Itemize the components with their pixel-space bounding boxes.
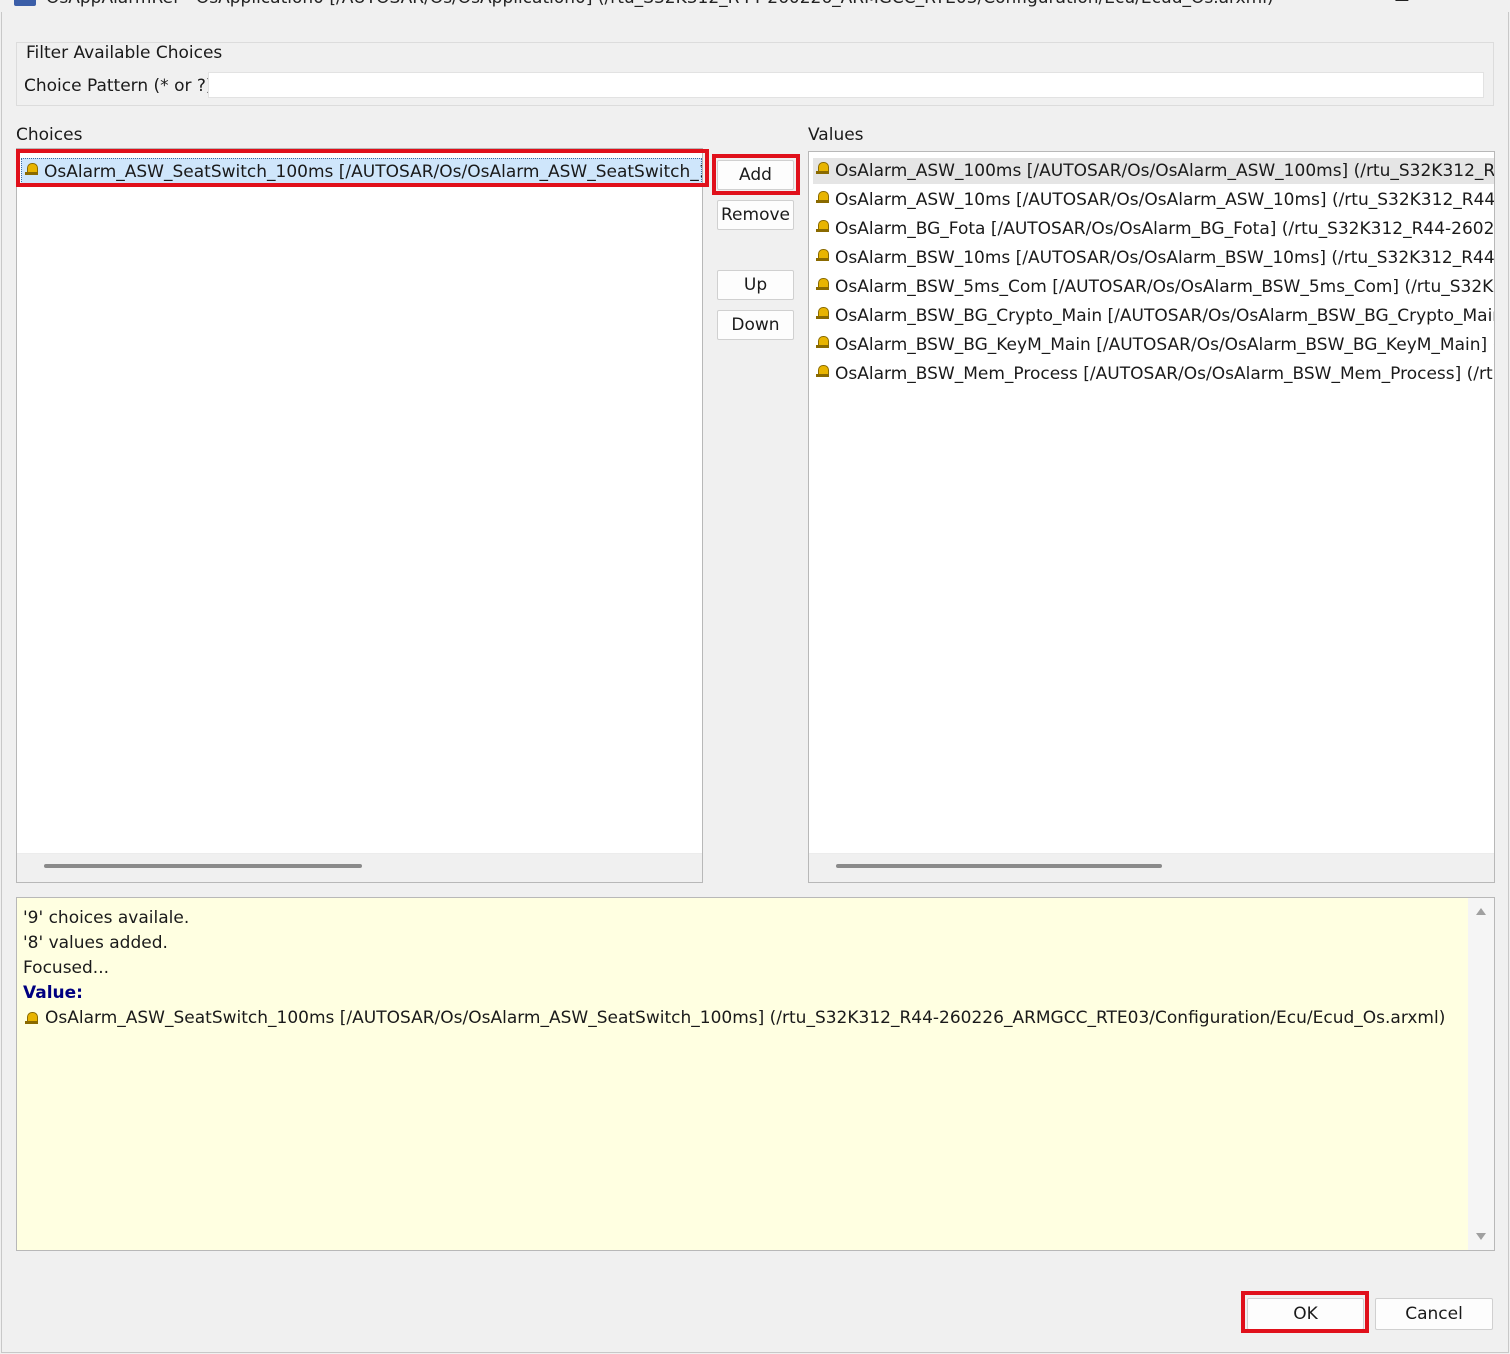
value-item[interactable]: OsAlarm_BSW_BG_KeyM_Main [/AUTOSAR/Os/Os… (813, 332, 1494, 358)
values-scroll-thumb[interactable] (836, 864, 1162, 868)
choice-item-label: OsAlarm_ASW_SeatSwitch_100ms [/AUTOSAR/O… (44, 162, 702, 182)
choices-label: Choices (16, 125, 83, 145)
alarm-bell-icon (816, 161, 829, 175)
alarm-bell-icon (816, 277, 829, 291)
value-item[interactable]: OsAlarm_BSW_Mem_Process [/AUTOSAR/Os/OsA… (813, 361, 1494, 387)
alarm-bell-icon (816, 335, 829, 349)
values-list[interactable]: OsAlarm_ASW_100ms [/AUTOSAR/Os/OsAlarm_A… (808, 151, 1495, 883)
scroll-down-icon[interactable] (1476, 1233, 1486, 1240)
info-value-text: OsAlarm_ASW_SeatSwitch_100ms [/AUTOSAR/O… (45, 1008, 1446, 1028)
values-label: Values (808, 125, 864, 145)
choices-horizontal-scrollbar[interactable] (17, 853, 702, 882)
scroll-up-icon[interactable] (1476, 908, 1486, 915)
ok-button[interactable]: OK (1247, 1298, 1364, 1330)
alarm-bell-icon (816, 364, 829, 378)
up-button[interactable]: Up (717, 270, 794, 300)
title-bar: OsAppAlarmRef - OsApplication0 [/AUTOSAR… (0, 0, 1510, 12)
alarm-bell-icon (816, 248, 829, 262)
value-item[interactable]: OsAlarm_BSW_5ms_Com [/AUTOSAR/Os/OsAlarm… (813, 274, 1494, 300)
info-focus-status: Focused... (23, 958, 110, 978)
info-choices-count: '9' choices availale. (23, 908, 190, 928)
value-item-label: OsAlarm_BG_Fota [/AUTOSAR/Os/OsAlarm_BG_… (835, 219, 1494, 239)
value-item-label: OsAlarm_BSW_10ms [/AUTOSAR/Os/OsAlarm_BS… (835, 248, 1494, 268)
cancel-button[interactable]: Cancel (1375, 1298, 1493, 1330)
choice-item[interactable]: OsAlarm_ASW_SeatSwitch_100ms [/AUTOSAR/O… (21, 158, 702, 184)
info-value-label: Value: (23, 983, 83, 1003)
choices-list[interactable]: OsAlarm_ASW_SeatSwitch_100ms [/AUTOSAR/O… (16, 148, 703, 883)
values-horizontal-scrollbar[interactable] (809, 853, 1494, 882)
choice-pattern-label: Choice Pattern (* or ?) (24, 76, 213, 96)
value-item-label: OsAlarm_BSW_BG_KeyM_Main [/AUTOSAR/Os/Os… (835, 335, 1494, 355)
value-item[interactable]: OsAlarm_BSW_BG_Crypto_Main [/AUTOSAR/Os/… (813, 303, 1494, 329)
down-button[interactable]: Down (717, 310, 794, 340)
info-panel: '9' choices availale. '8' values added. … (16, 897, 1495, 1251)
value-item[interactable]: OsAlarm_BSW_10ms [/AUTOSAR/Os/OsAlarm_BS… (813, 245, 1494, 271)
alarm-bell-icon (25, 1011, 38, 1025)
value-item-label: OsAlarm_BSW_BG_Crypto_Main [/AUTOSAR/Os/… (835, 306, 1494, 326)
info-vertical-scrollbar[interactable] (1468, 898, 1494, 1250)
info-values-count: '8' values added. (23, 933, 168, 953)
value-item-label: OsAlarm_ASW_100ms [/AUTOSAR/Os/OsAlarm_A… (835, 161, 1494, 181)
choice-pattern-input[interactable] (208, 72, 1484, 98)
app-icon (14, 0, 36, 6)
remove-button[interactable]: Remove (717, 200, 794, 230)
value-item[interactable]: OsAlarm_BG_Fota [/AUTOSAR/Os/OsAlarm_BG_… (813, 216, 1494, 242)
alarm-bell-icon (816, 306, 829, 320)
value-item-label: OsAlarm_BSW_Mem_Process [/AUTOSAR/Os/OsA… (835, 364, 1494, 384)
add-button[interactable]: Add (717, 160, 794, 190)
alarm-bell-icon (25, 162, 38, 176)
value-item[interactable]: OsAlarm_ASW_100ms [/AUTOSAR/Os/OsAlarm_A… (813, 158, 1494, 184)
value-item-label: OsAlarm_BSW_5ms_Com [/AUTOSAR/Os/OsAlarm… (835, 277, 1494, 297)
info-value-text-row: OsAlarm_ASW_SeatSwitch_100ms [/AUTOSAR/O… (23, 1008, 1445, 1028)
window-title: OsAppAlarmRef - OsApplication0 [/AUTOSAR… (46, 0, 1274, 8)
filter-group-legend: Filter Available Choices (24, 43, 225, 63)
close-icon[interactable]: ✕ (1464, 0, 1484, 6)
alarm-bell-icon (816, 219, 829, 233)
alarm-bell-icon (816, 190, 829, 204)
value-item[interactable]: OsAlarm_ASW_10ms [/AUTOSAR/Os/OsAlarm_AS… (813, 187, 1494, 213)
value-item-label: OsAlarm_ASW_10ms [/AUTOSAR/Os/OsAlarm_AS… (835, 190, 1494, 210)
choices-scroll-thumb[interactable] (44, 864, 362, 868)
maximize-icon[interactable]: ☐ (1392, 0, 1412, 6)
